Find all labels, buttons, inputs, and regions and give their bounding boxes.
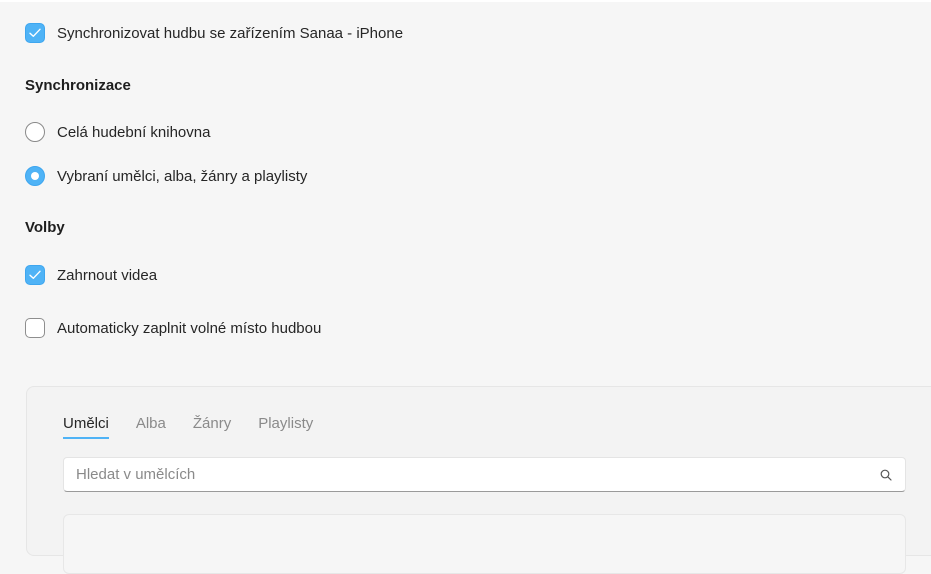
search-input[interactable]: [76, 466, 879, 483]
options-section-title: Volby: [25, 219, 65, 236]
tab-playlists[interactable]: Playlisty: [258, 415, 313, 437]
tab-genres[interactable]: Žánry: [193, 415, 231, 437]
radio-entire-library-label: Celá hudební knihovna: [57, 123, 211, 141]
checkmark-icon: [29, 28, 41, 37]
sync-option-selected[interactable]: Vybraní umělci, alba, žánry a playlisty: [25, 164, 307, 188]
search-icon[interactable]: [879, 468, 893, 482]
radio-dot: [31, 172, 39, 180]
sync-music-checkbox[interactable]: [25, 23, 45, 43]
content-browser-panel: Umělci Alba Žánry Playlisty: [26, 386, 931, 574]
radio-selected-items[interactable]: [25, 166, 45, 186]
checkmark-icon: [29, 270, 41, 279]
sync-music-row[interactable]: Synchronizovat hudbu se zařízením Sanaa …: [25, 21, 403, 45]
browser-tabs: Umělci Alba Žánry Playlisty: [63, 415, 340, 439]
sync-music-label: Synchronizovat hudbu se zařízením Sanaa …: [57, 24, 404, 42]
window-top-edge: [0, 0, 931, 2]
include-videos-row[interactable]: Zahrnout videa: [25, 263, 157, 287]
auto-fill-row[interactable]: Automaticky zaplnit volné místo hudbou: [25, 316, 321, 340]
tab-albums[interactable]: Alba: [136, 415, 166, 437]
sync-option-entire-library[interactable]: Celá hudební knihovna: [25, 120, 210, 144]
tab-artists[interactable]: Umělci: [63, 415, 109, 439]
search-field[interactable]: [63, 457, 906, 492]
include-videos-checkbox[interactable]: [25, 265, 45, 285]
auto-fill-checkbox[interactable]: [25, 318, 45, 338]
include-videos-label: Zahrnout videa: [57, 266, 158, 284]
artists-list[interactable]: [63, 514, 906, 574]
radio-entire-library[interactable]: [25, 122, 45, 142]
radio-selected-items-label: Vybraní umělci, alba, žánry a playlisty: [57, 167, 308, 185]
sync-section-title: Synchronizace: [25, 77, 131, 94]
auto-fill-label: Automaticky zaplnit volné místo hudbou: [57, 319, 322, 337]
